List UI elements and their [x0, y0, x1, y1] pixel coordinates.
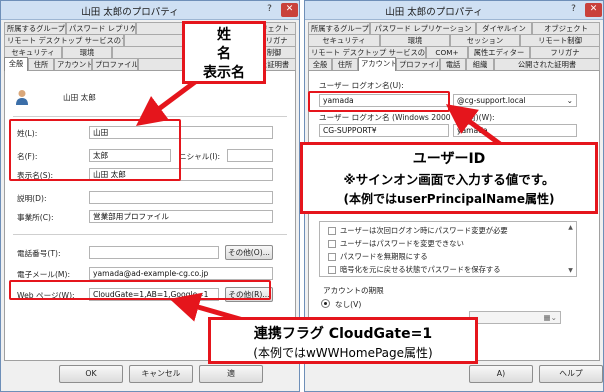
flag-callout: 連携フラグ CloudGate=1 (本例ではwWWHomePage属性) [208, 317, 478, 364]
tab-general[interactable]: 全般 [4, 57, 28, 71]
name-callout: 姓 名 表示名 [182, 21, 266, 84]
userid-arrow [445, 104, 502, 147]
callout-heading: 連携フラグ CloudGate=1 [253, 326, 433, 342]
callout-line: (本例ではuserPrincipalName属性) [343, 192, 555, 206]
callout-line: 姓 [217, 27, 231, 43]
callout-line: 名 [217, 46, 231, 62]
userid-callout: ユーザーID ※サインオン画面で入力する値です。 (本例ではuserPrinci… [300, 142, 598, 214]
callout-heading: ユーザーID [412, 151, 486, 167]
callout-line: (本例ではwWWHomePage属性) [253, 346, 433, 360]
callout-line: 表示名 [203, 65, 245, 81]
callout-line: ※サインオン画面で入力する値です。 [343, 172, 555, 187]
name-arrow [135, 79, 197, 126]
tab-account[interactable]: アカウント [358, 57, 396, 71]
